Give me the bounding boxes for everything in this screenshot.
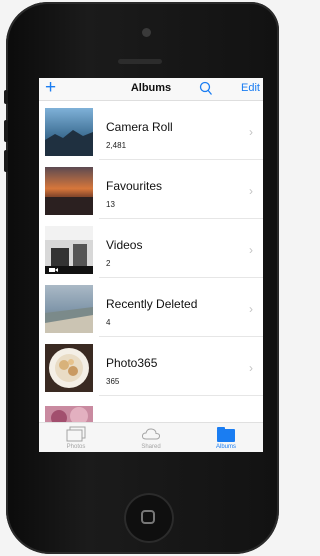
nav-bar: + Albums Edit bbox=[39, 78, 263, 101]
album-thumbnail bbox=[45, 108, 93, 156]
album-row-camera-roll[interactable]: Camera Roll 2,481 › bbox=[39, 101, 263, 160]
front-camera bbox=[142, 28, 151, 37]
album-list: Camera Roll 2,481 › Favourites 13 › Vide… bbox=[39, 101, 263, 396]
album-thumbnail bbox=[45, 226, 93, 274]
earpiece bbox=[118, 59, 162, 64]
album-thumbnail bbox=[45, 344, 93, 392]
album-row-videos[interactable]: Videos 2 › bbox=[39, 219, 263, 278]
album-thumbnail bbox=[45, 285, 93, 333]
album-count: 13 bbox=[106, 200, 115, 209]
home-button[interactable] bbox=[124, 493, 174, 543]
tab-label: Photos bbox=[66, 444, 86, 450]
chevron-right-icon: › bbox=[249, 302, 253, 316]
chevron-right-icon: › bbox=[249, 361, 253, 375]
album-title: Camera Roll bbox=[106, 120, 173, 134]
album-row-recently-deleted[interactable]: Recently Deleted 4 › bbox=[39, 278, 263, 337]
album-title: Videos bbox=[106, 238, 143, 252]
album-count: 365 bbox=[106, 377, 120, 386]
tab-bar: Photos Shared Albums bbox=[39, 422, 263, 452]
chevron-right-icon: › bbox=[249, 243, 253, 257]
album-thumbnail-partial bbox=[45, 406, 93, 422]
tab-label: Shared bbox=[141, 444, 161, 450]
page-title: Albums bbox=[130, 82, 172, 94]
album-thumbnail bbox=[45, 167, 93, 215]
album-title: Photo365 bbox=[106, 356, 158, 370]
folder-icon bbox=[217, 427, 235, 442]
cloud-icon bbox=[141, 428, 161, 440]
chevron-right-icon: › bbox=[249, 125, 253, 139]
tab-photos[interactable]: Photos bbox=[39, 423, 113, 452]
tab-shared[interactable]: Shared bbox=[114, 423, 188, 452]
volume-down-button bbox=[4, 150, 8, 172]
edit-button[interactable]: Edit bbox=[241, 82, 260, 94]
volume-up-button bbox=[4, 120, 8, 142]
tab-label: Albums bbox=[215, 444, 236, 450]
album-title: Recently Deleted bbox=[106, 297, 198, 311]
album-count: 2 bbox=[106, 259, 111, 268]
phone-screen: + Albums Edit Camera Roll 2,481 › Favour… bbox=[39, 78, 263, 452]
album-count: 2,481 bbox=[106, 141, 127, 150]
photos-icon bbox=[66, 426, 86, 442]
chevron-right-icon: › bbox=[249, 184, 253, 198]
tab-albums[interactable]: Albums bbox=[189, 423, 263, 452]
album-count: 4 bbox=[106, 318, 111, 327]
ringer-switch bbox=[4, 90, 8, 104]
album-title: Favourites bbox=[106, 179, 163, 193]
search-icon[interactable] bbox=[199, 81, 213, 97]
album-row-photo365[interactable]: Photo365 365 › bbox=[39, 337, 263, 396]
album-row-favourites[interactable]: Favourites 13 › bbox=[39, 160, 263, 219]
